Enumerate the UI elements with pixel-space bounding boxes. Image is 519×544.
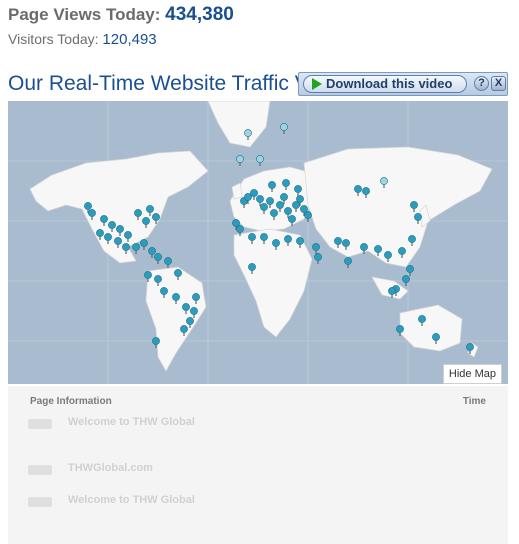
visitors-value: 120,493 [102,31,157,48]
south-america [145,266,207,372]
hide-map-button[interactable]: Hide Map [442,364,502,384]
map-pin[interactable] [140,239,148,250]
close-icon[interactable]: X [491,76,506,91]
map-pin[interactable] [312,243,320,254]
table-row[interactable]: Welcome to THW Global [8,494,508,530]
play-icon [312,78,322,90]
flag-icon [28,497,52,507]
help-icon[interactable]: ? [474,76,489,91]
download-video-label: Download this video [326,76,453,91]
traffic-map: Hide Map [8,101,508,384]
north-america [29,150,209,264]
table-row[interactable]: THWGlobal.com [8,462,508,498]
flag-icon [28,465,52,475]
uk [231,182,243,200]
visitors-label: Visitors Today: [8,31,99,47]
map-pin[interactable] [256,155,264,166]
row-title: Welcome to THW Global [68,494,195,506]
table-header: Page Information Time [8,396,508,412]
map-pin[interactable] [236,155,244,166]
map-pin[interactable] [164,257,172,268]
column-page-information: Page Information [30,396,112,407]
flag-icon [28,419,52,429]
asia [303,146,493,268]
page-views-label: Page Views Today: [8,5,161,24]
page-views-value: 434,380 [165,4,234,25]
video-toolbar: Download this video ? X [298,72,508,96]
section-title: Our Real-Time Website Traffic V [8,72,300,95]
greenland [207,101,271,148]
map-pin[interactable] [314,253,322,264]
row-title: Welcome to THW Global [68,416,195,428]
map-pin[interactable] [154,253,162,264]
map-pin[interactable] [304,211,312,222]
page-views-stat: Page Views Today: 434,380 [8,4,234,26]
australia [399,304,463,352]
download-video-button[interactable]: Download this video [303,75,467,93]
map-pin[interactable] [402,275,410,286]
map-pin[interactable] [132,243,140,254]
world-map [8,101,508,384]
map-pin[interactable] [344,257,352,268]
page-info-table: Page Information Time Welcome to THW Glo… [8,386,508,544]
visitors-stat: Visitors Today: 120,493 [8,26,234,53]
column-time: Time [462,396,486,407]
map-pin[interactable] [406,265,414,276]
table-row[interactable]: Welcome to THW Global [8,416,508,452]
traffic-stats: Page Views Today: 434,380 Visitors Today… [8,4,234,53]
map-pin[interactable] [280,123,288,134]
row-title: THWGlobal.com [68,462,153,474]
